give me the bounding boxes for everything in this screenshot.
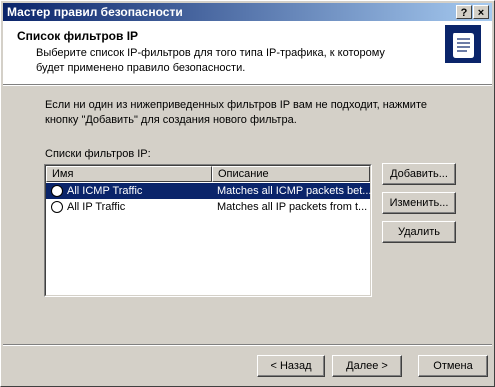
filter-list[interactable]: Имя Описание All ICMP Traffic Matches al…	[44, 164, 372, 297]
list-item[interactable]: All IP Traffic Matches all IP packets fr…	[46, 199, 370, 215]
radio-button[interactable]	[51, 185, 63, 197]
edit-button[interactable]: Изменить...	[382, 192, 456, 214]
title-bar[interactable]: Мастер правил безопасности ? ×	[3, 3, 492, 21]
window-title: Мастер правил безопасности	[7, 5, 183, 19]
add-button[interactable]: Добавить...	[382, 163, 456, 185]
scroll-icon	[445, 25, 481, 63]
filter-name: All IP Traffic	[67, 201, 126, 213]
filter-description: Matches all ICMP packets bet...	[217, 185, 372, 197]
filter-description: Matches all IP packets from t...	[217, 201, 368, 213]
help-button[interactable]: ?	[456, 5, 472, 19]
header-subtitle: Выберите список IP-фильтров для того тип…	[36, 47, 385, 74]
column-header-name[interactable]: Имя	[46, 166, 212, 182]
close-button[interactable]: ×	[473, 5, 489, 19]
list-item[interactable]: All ICMP Traffic Matches all ICMP packet…	[46, 183, 372, 199]
cancel-button[interactable]: Отмена	[418, 355, 488, 377]
wizard-window: Мастер правил безопасности ? × Список фи…	[0, 0, 495, 387]
footer-divider	[3, 344, 492, 346]
filter-name: All ICMP Traffic	[67, 185, 143, 197]
header-divider	[3, 84, 492, 86]
next-button[interactable]: Далее >	[332, 355, 402, 377]
back-button[interactable]: < Назад	[257, 355, 325, 377]
info-text: Если ни один из нижеприведенных фильтров…	[45, 99, 427, 126]
radio-button[interactable]	[51, 201, 63, 213]
filter-lists-label: Списки фильтров IP:	[45, 148, 151, 160]
column-header-description[interactable]: Описание	[212, 166, 370, 182]
wizard-header: Список фильтров IP Выберите список IP-фи…	[3, 21, 492, 84]
delete-button[interactable]: Удалить	[382, 221, 456, 243]
header-title: Список фильтров IP	[17, 29, 139, 43]
